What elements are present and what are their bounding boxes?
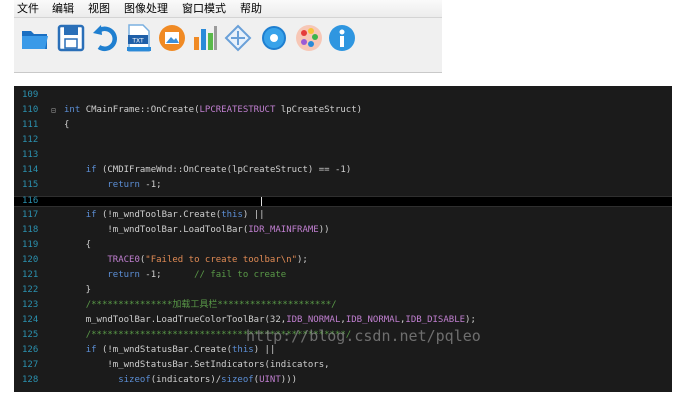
code-text: {: [64, 120, 70, 130]
line-number: 113: [22, 150, 39, 160]
code-line[interactable]: 109: [14, 91, 672, 100]
code-text: {: [64, 240, 92, 250]
undo-icon: [93, 25, 117, 51]
line-number: 114: [22, 165, 39, 175]
code-text: m_wndToolBar.LoadTrueColorToolBar(32,IDB…: [85, 315, 476, 325]
code-line[interactable]: 111 {: [14, 121, 672, 130]
code-editor[interactable]: 109110 ⊟ int CMainFrame::OnCreate(LPCREATE…: [14, 86, 672, 392]
move-icon: [224, 24, 252, 52]
code-text: return -1;: [107, 180, 162, 190]
code-line[interactable]: 124 m_wndToolBar.LoadTrueColorToolBar(32…: [14, 316, 672, 325]
line-number: 123: [22, 300, 39, 310]
code-line[interactable]: 127 !m_wndStatusBar.SetIndicators(indica…: [14, 361, 672, 370]
svg-text:TXT: TXT: [131, 38, 144, 45]
move-button[interactable]: [223, 23, 253, 53]
line-number: 115: [22, 180, 39, 190]
text-caret: [261, 197, 262, 206]
code-text: !m_wndToolBar.LoadToolBar(IDR_MAINFRAME)…: [64, 225, 330, 235]
code-line[interactable]: 110 ⊟ int CMainFrame::OnCreate(LPCREATESTR…: [14, 105, 672, 116]
palette-icon: [296, 25, 322, 51]
txt-button[interactable]: TXT: [124, 23, 154, 53]
line-number: 110: [22, 105, 39, 115]
line-number: 118: [22, 225, 39, 235]
code-line[interactable]: 128 sizeof(indicators)/sizeof(UINT))): [14, 376, 672, 385]
undo-button[interactable]: [91, 23, 121, 53]
code-text: return -1; // fail to create: [107, 270, 287, 280]
code-line[interactable]: 115 return -1;: [14, 181, 672, 190]
bar-chart-icon: [194, 26, 217, 50]
chart-button[interactable]: [190, 23, 220, 53]
menu-help[interactable]: 帮助: [240, 2, 262, 15]
menu-window-mode[interactable]: 窗口模式: [182, 2, 226, 15]
code-line[interactable]: 112: [14, 136, 672, 145]
line-number: 121: [22, 270, 39, 280]
line-number: 109: [22, 90, 39, 100]
code-line[interactable]: 121 return -1; // fail to create: [14, 271, 672, 280]
line-number: 120: [22, 255, 39, 265]
line-number: 125: [22, 330, 39, 340]
code-text: }: [64, 285, 92, 295]
open-folder-icon: [22, 31, 48, 49]
palette-button[interactable]: [294, 23, 324, 53]
code-line[interactable]: 120 TRACE0("Failed to create toolbar\n")…: [14, 256, 672, 265]
txt-file-icon: TXT: [127, 24, 151, 52]
circle-button[interactable]: [259, 23, 289, 53]
code-text: if (!m_wndToolBar.Create(this) ||: [85, 210, 265, 220]
code-line[interactable]: 116: [14, 196, 672, 207]
code-line[interactable]: 119 {: [14, 241, 672, 250]
menu-edit[interactable]: 编辑: [52, 2, 74, 15]
line-number: 117: [22, 210, 39, 220]
image-button[interactable]: [157, 23, 187, 53]
app-window: 文件 编辑 视图 图像处理 窗口模式 帮助 TXT: [14, 0, 442, 73]
code-text: TRACE0("Failed to create toolbar\n");: [107, 255, 308, 265]
code-text: !m_wndStatusBar.SetIndicators(indicators…: [64, 360, 330, 370]
info-button[interactable]: [327, 23, 357, 53]
menu-file[interactable]: 文件: [17, 2, 39, 15]
save-button[interactable]: [56, 23, 86, 53]
code-text: sizeof(indicators)/sizeof(UINT))): [118, 375, 298, 385]
line-number: 128: [22, 375, 39, 385]
line-number: 127: [22, 360, 39, 370]
code-line[interactable]: 114 if (CMDIFrameWnd::OnCreate(lpCreateS…: [14, 166, 672, 175]
line-number: 112: [22, 135, 39, 145]
info-icon: [329, 25, 355, 51]
watermark: http://blog.csdn.net/pqleo: [246, 327, 481, 345]
line-number: 124: [22, 315, 39, 325]
save-icon: [57, 24, 85, 52]
menu-view[interactable]: 视图: [88, 2, 110, 15]
line-number: 126: [22, 345, 39, 355]
menu-image-processing[interactable]: 图像处理: [124, 2, 168, 15]
toolbar: TXT: [16, 21, 434, 63]
menu-bar: 文件 编辑 视图 图像处理 窗口模式 帮助: [14, 0, 442, 18]
image-icon: [159, 25, 185, 51]
line-number: 122: [22, 285, 39, 295]
code-line[interactable]: 126 if (!m_wndStatusBar.Create(this) ||: [14, 346, 672, 355]
code-text: /***************加载工具栏*******************…: [85, 300, 337, 310]
collapse-icon[interactable]: ⊟: [51, 106, 60, 115]
code-line[interactable]: 113: [14, 151, 672, 160]
code-line[interactable]: 118 !m_wndToolBar.LoadToolBar(IDR_MAINFR…: [14, 226, 672, 235]
line-number: 111: [22, 120, 39, 130]
code-text: int CMainFrame::OnCreate(LPCREATESTRUCT …: [64, 105, 363, 115]
line-number: 116: [22, 196, 39, 206]
code-text: if (CMDIFrameWnd::OnCreate(lpCreateStruc…: [85, 165, 352, 175]
code-line[interactable]: 123 /***************加载工具栏***************…: [14, 301, 672, 310]
open-button[interactable]: [20, 23, 50, 53]
line-number: 119: [22, 240, 39, 250]
code-line[interactable]: 122 }: [14, 286, 672, 295]
code-text: if (!m_wndStatusBar.Create(this) ||: [85, 345, 276, 355]
code-line[interactable]: 117 if (!m_wndToolBar.Create(this) ||: [14, 211, 672, 220]
circle-icon: [262, 26, 286, 50]
